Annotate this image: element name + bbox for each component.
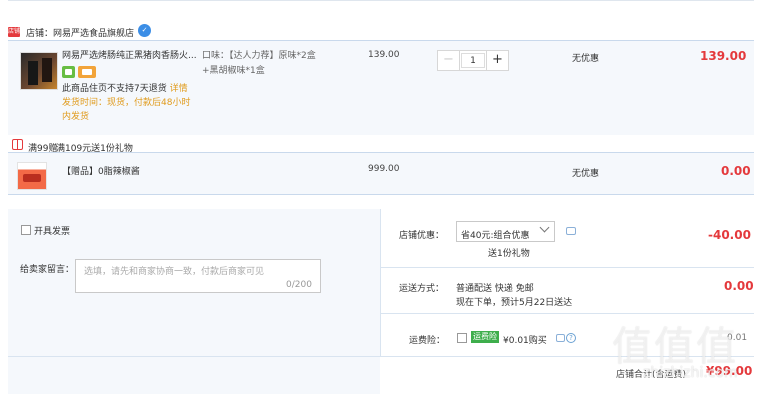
shop-discount-amount: -40.00 [708,228,751,242]
quantity-stepper[interactable]: − 1 + [437,50,509,71]
gift-image[interactable] [17,162,47,190]
summary-divider [380,267,754,268]
message-counter: 0/200 [286,280,312,290]
gift-icon [12,139,23,150]
shipping-method[interactable]: 普通配送 快递 免邮 [456,281,534,294]
shipping-amount: 0.00 [724,279,754,293]
watermark-site: zhizhizhi.com [643,365,738,381]
delivery-estimate: 现在下单，预计5月22日送达 [456,298,573,308]
invoice-checkbox[interactable] [21,225,31,235]
shop-name[interactable]: 店铺：网易严选食品旗舰店 [26,26,134,39]
insurance-tag: 运费险 [471,331,499,343]
product-attributes: 口味：【达人力荐】原味*2盒+黑胡椒味*1盒 [202,51,316,76]
comment-icon[interactable] [566,227,576,235]
shop-discount-label: 店铺优惠： [399,231,445,241]
quantity-input[interactable]: 1 [461,53,485,68]
insurance-checkbox[interactable] [457,333,467,343]
increase-quantity-button[interactable]: + [486,51,508,70]
chat-icon[interactable]: ✓ [138,24,151,37]
seller-message-placeholder: 选填，请先和商家协商一致，付款后商家可见 [84,267,265,277]
decrease-quantity-button[interactable]: − [438,51,460,70]
invoice-label[interactable]: 开具发票 [34,224,70,237]
gift-total: 0.00 [721,164,751,178]
comment-icon[interactable] [556,334,565,342]
shipping-note: 发货时间：现货，付款后48小时内发货 [62,98,191,122]
card-icon [78,66,96,78]
insurance-label: 运费险： [409,336,446,346]
service-icon [62,66,75,78]
insurance-text[interactable]: ¥0.01购买 [503,333,547,346]
shop-discount-value[interactable]: 省40元:组合优惠 [461,228,530,241]
gift-title[interactable]: 【赠品】0脂辣椒酱 [62,164,140,177]
watermark-logo: 值值值 [612,324,738,370]
detail-link[interactable]: 详情 [170,84,188,94]
shop-badge: 店铺 [8,27,21,37]
return-notice-text: 此商品住页不支持7天退货 [62,84,167,94]
product-price: 139.00 [368,50,400,60]
gift-note: 送1份礼物 [488,249,530,259]
gift-discount: 无优惠 [572,169,600,179]
panel-divider [380,209,381,356]
return-notice: 此商品住页不支持7天退货 详情 [62,82,200,96]
help-icon[interactable]: ? [566,333,576,343]
top-divider [8,0,754,3]
product-total: 139.00 [700,49,747,63]
product-image[interactable] [20,52,58,90]
message-label: 给卖家留言： [20,265,75,275]
gift-price: 999.00 [368,164,400,174]
shipping-label: 运送方式： [399,284,445,294]
product-title[interactable]: 网易严选烤肠纯正黑猪肉香肠火... [62,50,202,63]
product-discount: 无优惠 [572,54,600,64]
